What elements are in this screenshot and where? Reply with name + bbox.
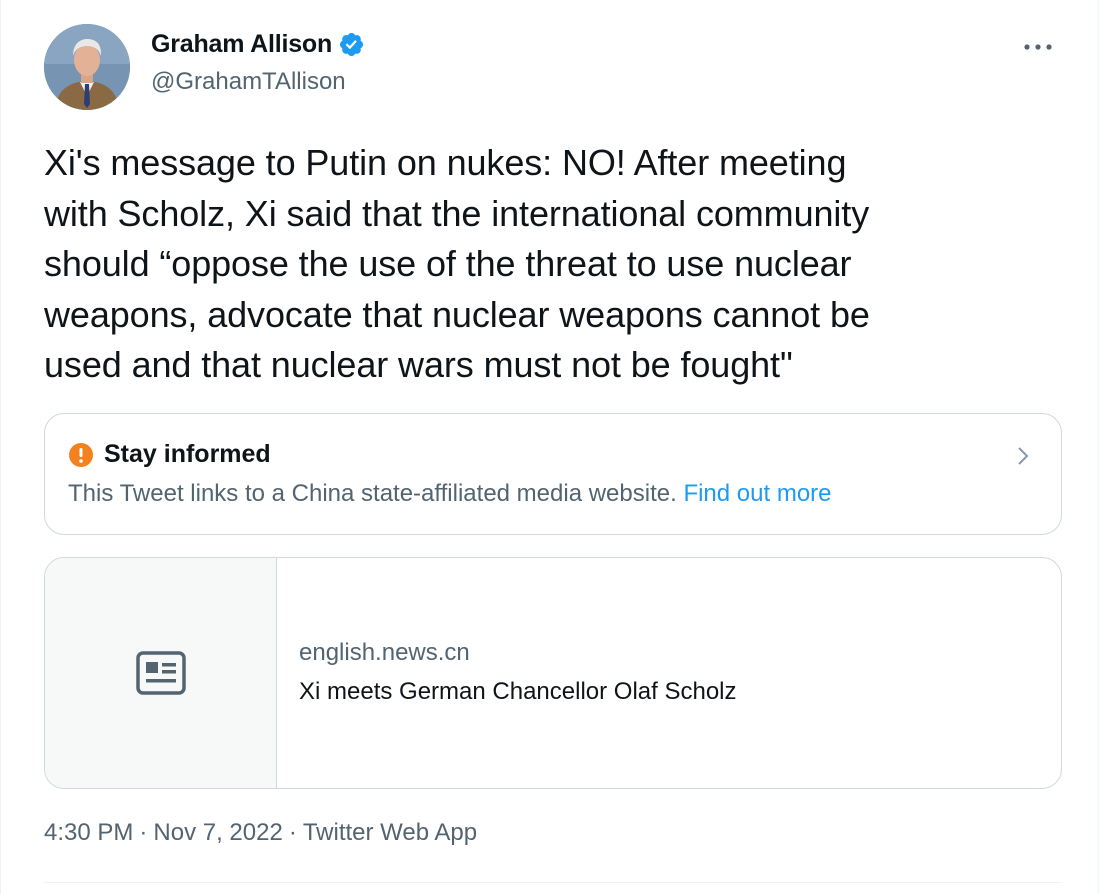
chevron-right-icon <box>1018 447 1029 465</box>
meta-separator: · <box>139 819 148 846</box>
author-handle[interactable]: @GrahamTAllison <box>151 68 346 96</box>
alert-icon <box>69 442 93 467</box>
tweet-text: Xi's message to Putin on nukes: NO! Afte… <box>44 142 870 385</box>
meta-separator: · <box>288 819 297 846</box>
notice-body: This Tweet links to a China state-affili… <box>68 480 832 508</box>
tweet: Graham Allison @GrahamTAllison Xi's mess… <box>0 0 1099 894</box>
verified-badge-icon <box>340 32 364 57</box>
tweet-date-link[interactable]: Nov 7, 2022 <box>153 819 282 846</box>
tweet-time-link[interactable]: 4:30 PM <box>44 819 133 846</box>
news-icon <box>135 651 186 695</box>
notice-title: Stay informed <box>104 440 271 468</box>
link-preview-card[interactable]: english.news.cn Xi meets German Chancell… <box>44 557 1062 789</box>
author-display-name[interactable]: Graham Allison <box>151 30 332 59</box>
notice-body-text: This Tweet links to a China state-affili… <box>68 480 677 507</box>
card-domain: english.news.cn <box>299 639 470 666</box>
profile-photo-icon <box>44 24 130 110</box>
stay-informed-notice[interactable]: Stay informed This Tweet links to a Chin… <box>44 413 1062 535</box>
avatar[interactable] <box>44 24 130 110</box>
tweet-meta: 4:30 PM · Nov 7, 2022 · Twitter Web App <box>44 819 477 847</box>
card-thumbnail <box>45 558 277 788</box>
more-dots-icon <box>1024 44 1052 50</box>
find-out-more-link[interactable]: Find out more <box>683 480 831 507</box>
divider <box>44 882 1062 883</box>
card-title: Xi meets German Chancellor Olaf Scholz <box>299 678 737 705</box>
tweet-source-link[interactable]: Twitter Web App <box>303 819 477 846</box>
more-options-button[interactable] <box>1018 32 1058 62</box>
notice-title-row: Stay informed <box>68 440 271 469</box>
author-name-row[interactable]: Graham Allison <box>151 30 365 59</box>
